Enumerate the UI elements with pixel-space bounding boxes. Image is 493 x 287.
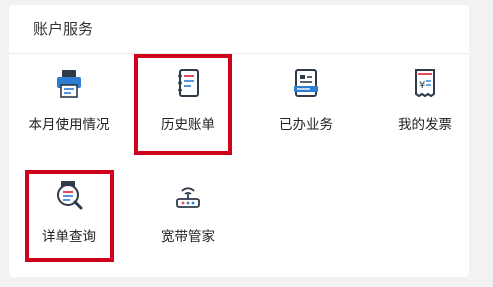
invoice-yen-icon: ¥ [415, 69, 435, 98]
service-broadband-manager[interactable]: 宽带管家 [133, 167, 243, 259]
service-my-invoices[interactable]: ¥ 我的发票 [370, 55, 480, 147]
service-completed-business[interactable]: 已办业务 [251, 55, 361, 147]
service-monthly-usage[interactable]: 本月使用情况 [14, 55, 124, 147]
svg-text:¥: ¥ [419, 80, 425, 91]
highlight-box-bill-history [134, 54, 232, 155]
service-label: 已办业务 [279, 117, 333, 133]
service-label: 我的发票 [398, 117, 452, 133]
business-card-icon [294, 69, 318, 97]
printer-doc-icon [57, 70, 81, 98]
service-label: 宽带管家 [161, 229, 215, 245]
panel-header: 账户服务 [9, 5, 469, 54]
service-label: 本月使用情况 [28, 117, 110, 133]
router-icon [176, 187, 200, 208]
panel-title: 账户服务 [33, 20, 94, 38]
highlight-box-detail-query [25, 170, 114, 262]
